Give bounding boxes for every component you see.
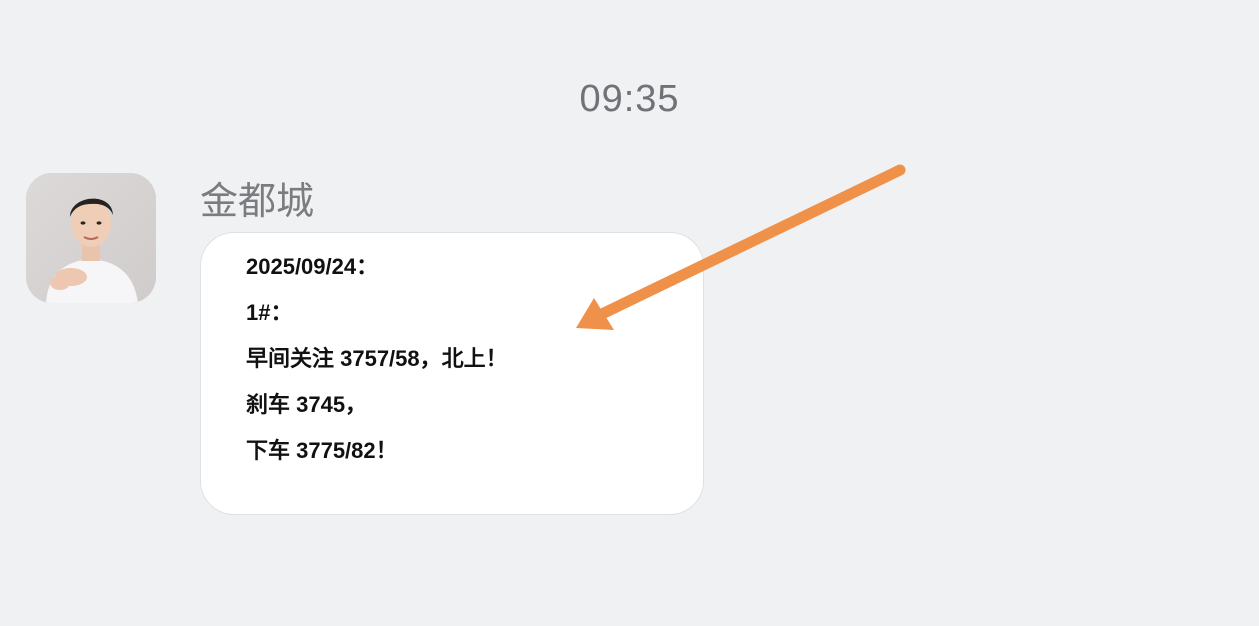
message-content: 2025/09/24： 1#： 早间关注 3757/58，北上！ 刹车 3745… xyxy=(246,255,508,485)
message-line-date: 2025/09/24： xyxy=(246,254,379,279)
sender-avatar[interactable] xyxy=(26,173,156,303)
message-bubble[interactable]: 2025/09/24： 1#： 早间关注 3757/58，北上！ 刹车 3745… xyxy=(200,232,704,515)
sender-name: 金都城 xyxy=(200,179,315,223)
message-line-item: 1#： xyxy=(246,300,293,325)
message-line-focus: 早间关注 3757/58，北上！ xyxy=(246,346,508,371)
message-line-brake: 刹车 3745， xyxy=(246,392,368,417)
avatar-photo-icon xyxy=(26,173,156,303)
message-line-exit: 下车 3775/82！ xyxy=(246,438,398,463)
message-timestamp: 09:35 xyxy=(579,78,680,120)
